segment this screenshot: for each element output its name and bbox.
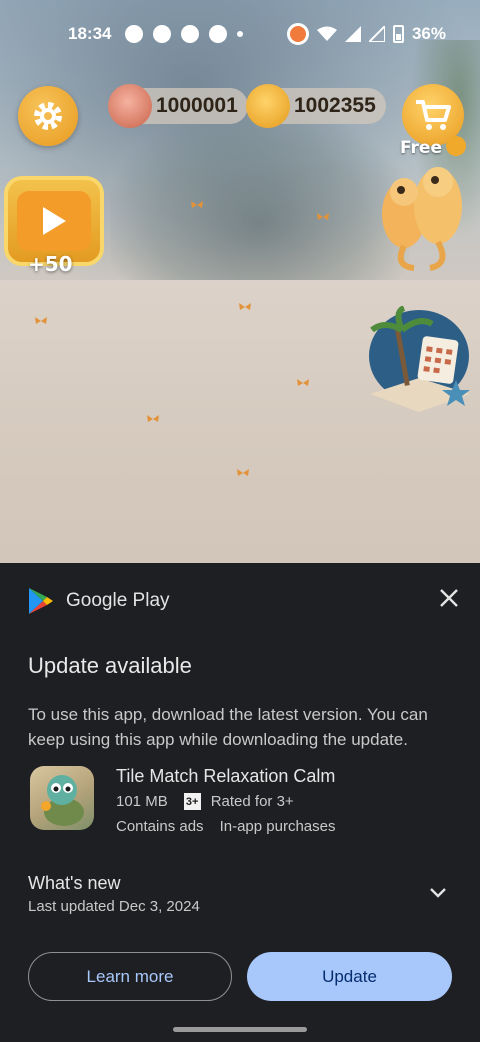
last-updated-label: Last updated Dec 3, 2024: [28, 898, 200, 915]
update-button[interactable]: Update: [247, 952, 452, 1001]
status-time: 18:34: [68, 24, 112, 43]
signal-icon: [344, 26, 361, 42]
app-size: 101 MB: [116, 793, 168, 810]
sheet-title: Update available: [28, 653, 192, 678]
app-icon: [30, 766, 94, 830]
rating-badge-icon: 3+: [183, 793, 201, 810]
contains-ads-label: Contains ads: [116, 818, 204, 835]
sheet-description: To use this app, download the latest ver…: [28, 705, 428, 749]
rating-text: Rated for 3+: [210, 793, 294, 810]
status-bar: 18:34 36%: [0, 0, 480, 68]
turtle-mascot-icon: [41, 775, 84, 826]
coin-icon: [246, 84, 290, 128]
shell-amount: 1000001: [156, 94, 238, 117]
app-meta: 101 MB 3+ Rated for 3+: [116, 793, 294, 810]
google-play-header: Google Play: [28, 587, 170, 615]
coin-counter: 1002355: [246, 84, 386, 128]
more-notifications-icon: [237, 31, 244, 37]
navigation-bar: [0, 1016, 480, 1042]
system-icons: 36%: [286, 23, 446, 45]
video-reward-label: +50: [28, 252, 73, 276]
notification-icons: [125, 25, 244, 43]
app-status-icon: [286, 23, 309, 45]
scrim: [0, 0, 480, 563]
game-background: [0, 0, 480, 563]
expand-whats-new-button[interactable]: [424, 881, 452, 905]
viber-icon: [209, 25, 228, 43]
check-badge-icon: [446, 136, 466, 156]
seahorse-icon[interactable]: [374, 158, 470, 274]
chevron-down-icon: [430, 888, 446, 898]
wifi-icon: [316, 26, 337, 41]
shop-free-label: Free: [400, 138, 442, 158]
settings-button[interactable]: [18, 86, 78, 146]
battery-icon: [392, 25, 404, 43]
chat-icon: [181, 25, 200, 43]
settings-icon: [34, 102, 62, 130]
learn-more-button[interactable]: Learn more: [28, 952, 232, 1001]
coin-amount: 1002355: [294, 94, 376, 117]
google-play-logo-icon: [29, 588, 53, 614]
update-bottom-sheet: Google Play Update available To use this…: [0, 563, 480, 1016]
cart-icon: [416, 100, 451, 130]
screen-record-icon: [125, 25, 144, 43]
gesture-handle[interactable]: [173, 1027, 307, 1032]
shell-counter: 1000001: [108, 84, 248, 128]
shell-icon: [108, 84, 152, 128]
whats-new-title[interactable]: What's new: [28, 873, 120, 894]
app-meta-extra: Contains ads In-app purchases: [116, 818, 335, 835]
close-button[interactable]: [432, 581, 466, 615]
battery-percent: 36%: [411, 24, 446, 43]
messenger-icon: [153, 25, 172, 43]
close-icon: [440, 589, 458, 607]
in-app-purchases-label: In-app purchases: [219, 818, 336, 835]
tv-screen: [17, 191, 91, 251]
signal-roaming-icon: [368, 26, 385, 42]
calendar-island-icon[interactable]: [364, 306, 474, 424]
app-name: Tile Match Relaxation Calm: [116, 766, 336, 786]
play-icon: [43, 207, 66, 235]
google-play-label: Google Play: [66, 590, 170, 611]
